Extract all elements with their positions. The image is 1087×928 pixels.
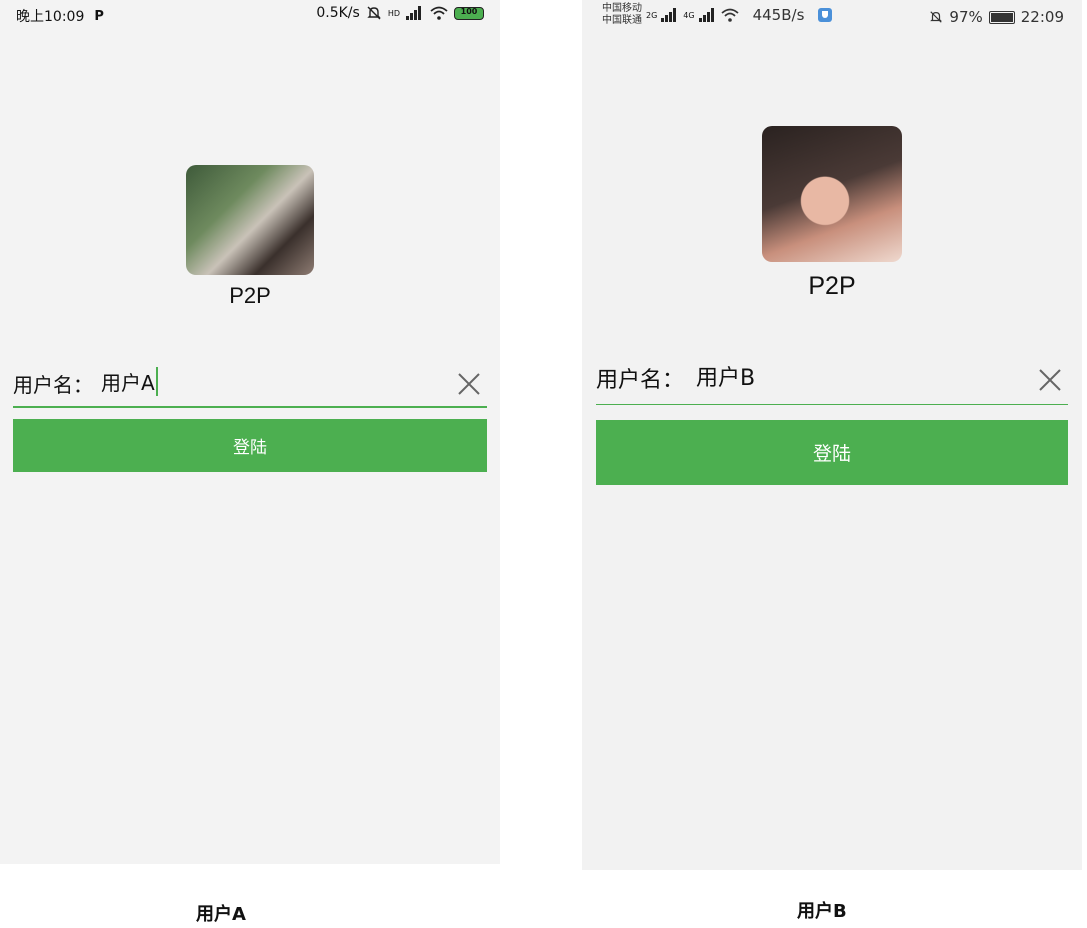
username-input[interactable]: 用户A <box>101 367 158 396</box>
app-logo-image <box>186 165 314 275</box>
phone-screen-b: 中国移动 中国联通 2G 4G 445B/s 97% 22:09 P2P 用户名… <box>582 0 1082 870</box>
username-field[interactable]: 用户名： 用户A <box>13 367 487 408</box>
carrier-names: 中国移动 中国联通 <box>602 3 642 27</box>
wifi-icon <box>721 8 739 22</box>
clear-icon[interactable] <box>1038 368 1062 392</box>
username-input[interactable]: 用户B <box>696 360 755 392</box>
clock: 22:09 <box>1020 8 1064 26</box>
carrier-2: 中国联通 <box>602 15 642 26</box>
clear-icon[interactable] <box>457 372 481 396</box>
bell-off-icon <box>929 10 943 24</box>
username-label: 用户名： <box>596 368 685 393</box>
battery-percent: 97% <box>949 8 983 26</box>
battery-icon: 100 <box>454 6 484 20</box>
signal-icon-2 <box>698 8 717 22</box>
login-button[interactable]: 登陆 <box>13 419 487 472</box>
shield-icon <box>818 8 833 22</box>
status-bar: 晚上10:09 P 0.5K/s HD 100 <box>0 0 500 30</box>
hd-signal-tag: HD <box>387 8 400 18</box>
status-bar: 中国移动 中国联通 2G 4G 445B/s 97% 22:09 <box>582 0 1082 30</box>
parking-app-icon: P <box>94 8 104 24</box>
net-rate: 445B/s <box>752 6 805 24</box>
clock: 晚上10:09 <box>16 9 85 25</box>
app-logo-image <box>762 126 902 262</box>
battery-level: 100 <box>460 6 478 16</box>
battery-icon <box>988 10 1015 24</box>
phone-screen-a: 晚上10:09 P 0.5K/s HD 100 P2P 用户名： 用户A 登陆 <box>0 0 500 864</box>
signal-tag-4g: 4G <box>683 10 695 20</box>
signal-icon <box>406 6 424 20</box>
username-label: 用户名： <box>13 373 93 397</box>
login-button[interactable]: 登陆 <box>596 420 1068 485</box>
username-field[interactable]: 用户名： 用户B <box>596 362 1068 405</box>
net-rate: 0.5K/s <box>316 5 360 21</box>
app-name: P2P <box>808 272 856 300</box>
carrier-1: 中国移动 <box>602 3 642 14</box>
app-name: P2P <box>229 283 271 308</box>
alarm-off-icon <box>366 5 382 21</box>
wifi-icon <box>430 6 448 20</box>
caption-user-a: 用户A <box>196 904 246 925</box>
caption-user-b: 用户B <box>797 901 847 922</box>
signal-icon <box>661 8 679 22</box>
signal-tag-2g: 2G <box>646 10 658 20</box>
